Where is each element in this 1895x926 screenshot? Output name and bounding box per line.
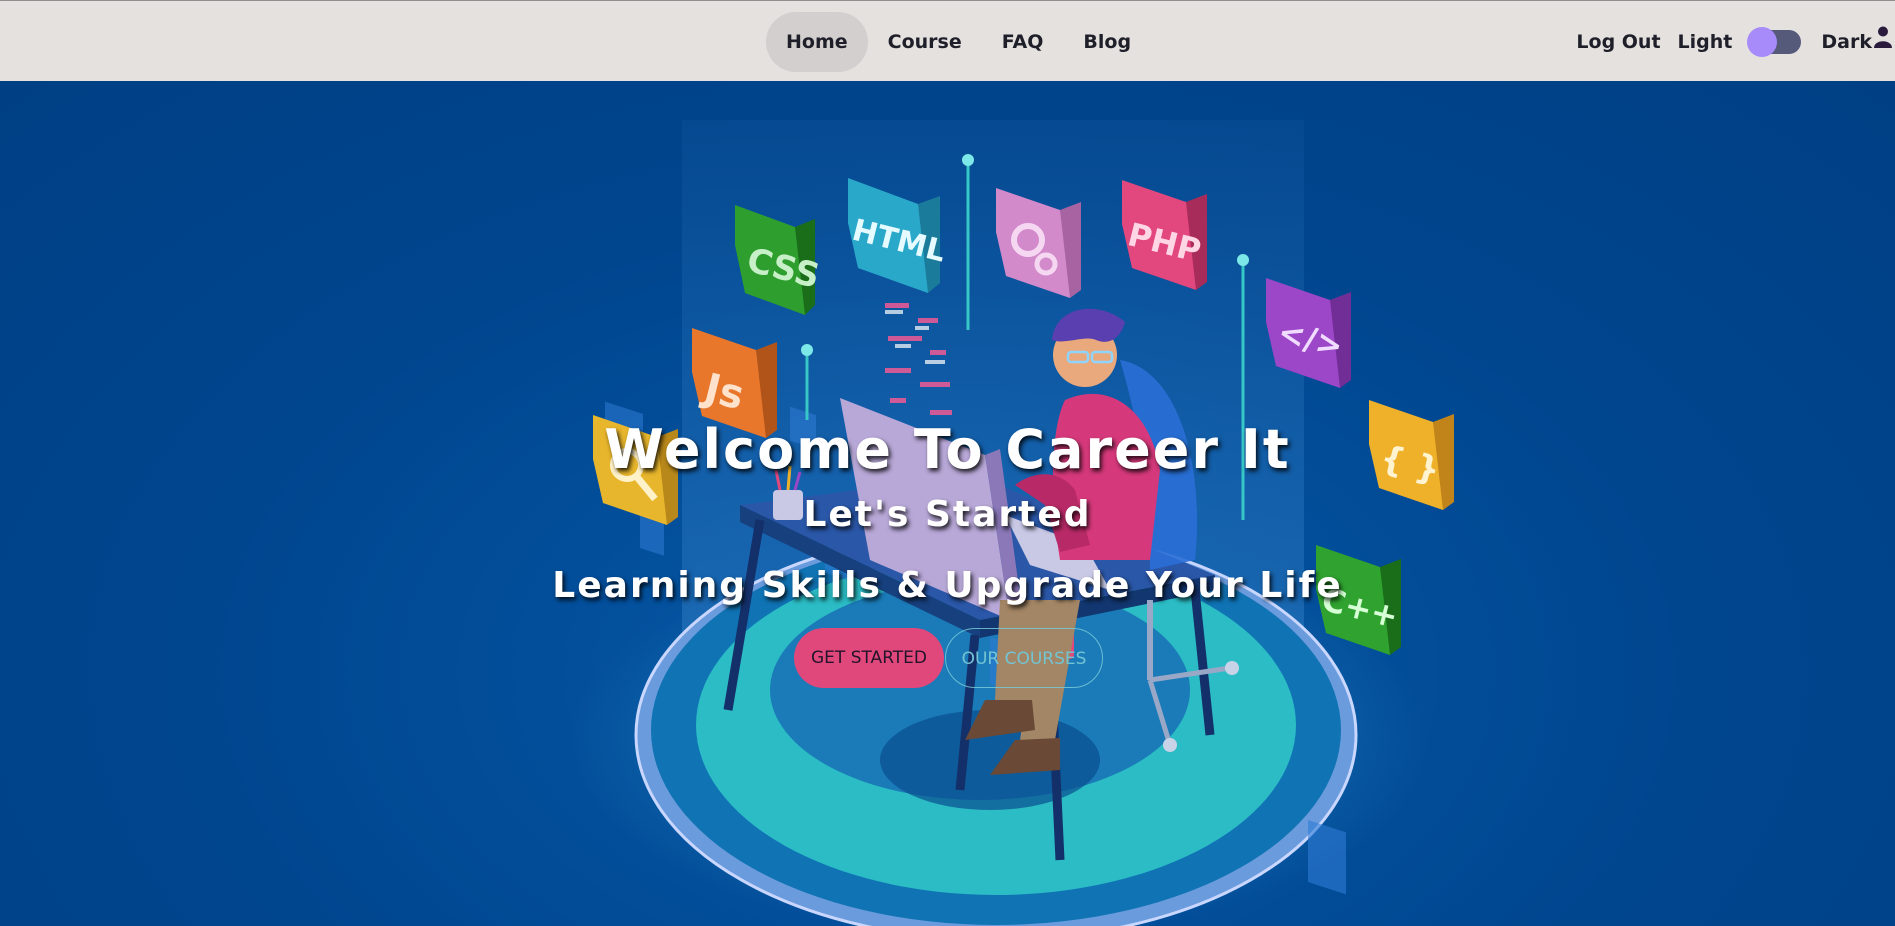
hero-title: Welcome To Career It [604,418,1291,481]
top-navbar: Home Course FAQ Blog Log Out Light Dark [0,0,1895,81]
logout-link[interactable]: Log Out [1576,31,1660,53]
hero-buttons: GET STARTED OUR COURSES [794,628,1103,688]
nav-actions: Log Out Light Dark [1576,12,1895,72]
dark-theme-label: Dark [1821,31,1872,53]
user-icon[interactable] [1874,26,1892,48]
our-courses-button[interactable]: OUR COURSES [945,628,1103,688]
toggle-knob [1747,27,1778,57]
hero-section: CSS HTML PHP </> {} Js C++ Welcome To C… [0,81,1895,926]
nav-home-link[interactable]: Home [766,12,868,72]
nav-blog-link[interactable]: Blog [1063,12,1151,72]
nav-course-link[interactable]: Course [868,12,982,72]
get-started-button[interactable]: GET STARTED [794,628,944,688]
light-theme-label: Light [1677,31,1733,53]
nav-faq-link[interactable]: FAQ [982,12,1064,72]
hero-subtitle: Let's Started [803,494,1092,535]
main-nav: Home Course FAQ Blog [766,12,1151,72]
hero-tagline: Learning Skills & Upgrade Your Life [552,565,1343,606]
theme-toggle[interactable] [1747,27,1802,57]
